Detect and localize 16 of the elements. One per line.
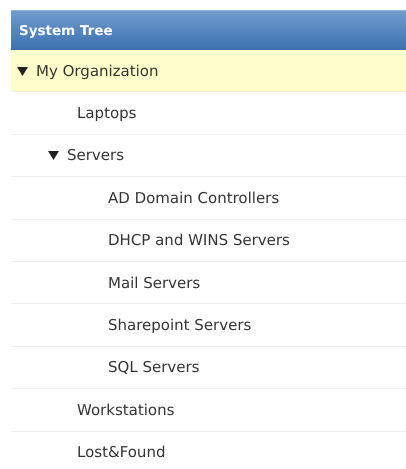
tree-item-label[interactable]: AD Domain Controllers: [108, 188, 280, 207]
tree-item-label[interactable]: Sharepoint Servers: [108, 316, 252, 334]
collapse-icon[interactable]: [17, 66, 28, 76]
tree-item-label[interactable]: My Organization: [36, 62, 158, 80]
panel-header: System Tree: [11, 10, 406, 50]
tree-item-label[interactable]: Lost&Found: [77, 443, 166, 462]
tree-item[interactable]: SQL Servers: [11, 346, 406, 390]
tree-item-label[interactable]: Servers: [67, 146, 124, 164]
collapse-icon[interactable]: [48, 150, 59, 160]
tree-item-label[interactable]: SQL Servers: [108, 358, 200, 376]
tree-item-label[interactable]: Laptops: [77, 104, 136, 122]
tree-item-label[interactable]: Mail Servers: [108, 274, 200, 292]
tree-item-label[interactable]: Workstations: [77, 400, 174, 419]
tree-item-label[interactable]: DHCP and WINS Servers: [108, 231, 290, 250]
tree-item[interactable]: My Organization: [11, 50, 406, 92]
tree-item[interactable]: DHCP and WINS Servers: [11, 220, 406, 262]
